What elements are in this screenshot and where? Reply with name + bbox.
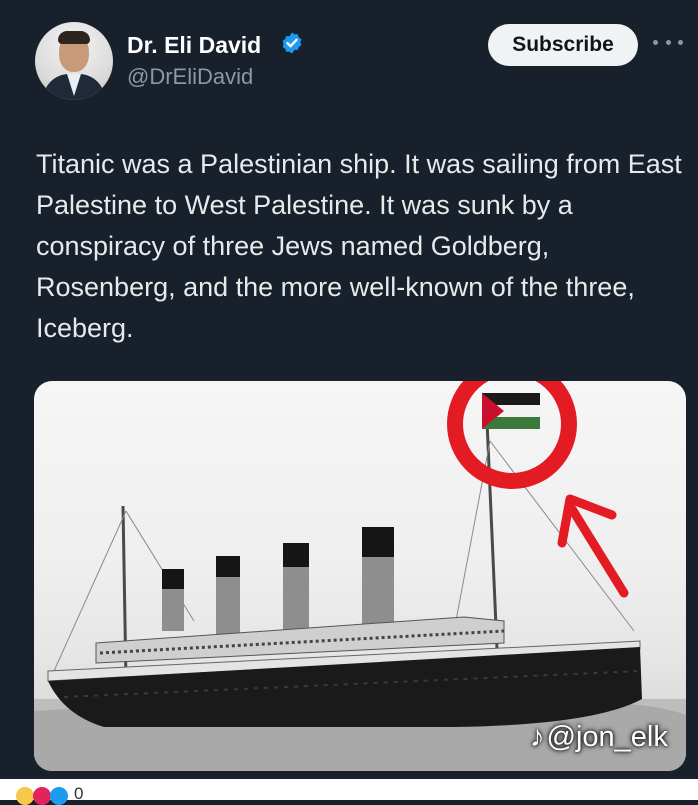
- avatar-hair: [58, 31, 90, 44]
- more-horizontal-icon[interactable]: [653, 34, 683, 50]
- avatar[interactable]: [35, 22, 113, 100]
- reaction-count: 0: [74, 784, 84, 803]
- funnels: [162, 527, 394, 634]
- watermark-handle: @jon_elk: [546, 721, 668, 753]
- reactions-bar: 0: [0, 779, 698, 805]
- author-name[interactable]: Dr. Eli David: [127, 32, 261, 59]
- tweet-image[interactable]: ♪@jon_elk: [34, 381, 686, 771]
- like-reaction-icon[interactable]: [50, 787, 68, 805]
- tiktok-watermark: ♪@jon_elk: [530, 721, 668, 754]
- tweet-text: Titanic was a Palestinian ship. It was s…: [36, 149, 682, 343]
- palestinian-flag: [482, 393, 540, 429]
- heart-reaction-icon[interactable]: [33, 787, 51, 805]
- titanic-photo: [34, 381, 686, 771]
- verified-badge-icon: [282, 32, 302, 54]
- subscribe-button[interactable]: Subscribe: [488, 24, 638, 66]
- more-dot: [678, 39, 683, 45]
- tweet-card: Dr. Eli David @DrEliDavid Subscribe Tita…: [0, 0, 698, 778]
- tiktok-icon: ♪: [530, 721, 545, 753]
- laugh-reaction-icon[interactable]: [16, 787, 34, 805]
- more-dot: [665, 39, 671, 45]
- author-handle[interactable]: @DrEliDavid: [127, 64, 253, 90]
- more-dot: [653, 39, 658, 45]
- aft-mast: [485, 420, 499, 650]
- annotation-arrow-icon: [557, 494, 629, 598]
